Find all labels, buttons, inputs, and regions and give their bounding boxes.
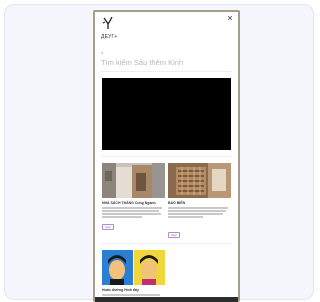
tile-image-portraits[interactable] xyxy=(102,250,165,285)
tile-excerpt xyxy=(168,207,230,219)
tile-more-button[interactable]: Xem xyxy=(168,232,181,238)
mobile-screen[interactable]: ДЕУГ+ ◂ Tìm kiếm Sâu thêm Kinh NHÀ SÁCH … xyxy=(95,12,238,302)
tile-title[interactable]: Huấn đường Hình đấy xyxy=(102,288,139,292)
tile-image-gallery[interactable] xyxy=(102,163,165,198)
bottom-bar xyxy=(95,297,238,302)
divider xyxy=(101,71,232,72)
divider xyxy=(101,156,232,157)
tile-title[interactable]: NHÀ SÁCH THÁNG Cung Ngạnh xyxy=(102,201,156,205)
video-player[interactable] xyxy=(102,78,231,150)
tile-image-weaving[interactable] xyxy=(168,163,231,198)
close-icon[interactable] xyxy=(227,15,233,21)
logo-text[interactable]: ДЕУГ+ xyxy=(101,34,118,40)
tile-excerpt xyxy=(102,207,164,219)
page-title: Tìm kiếm Sâu thêm Kinh xyxy=(101,58,184,67)
divider xyxy=(101,243,232,244)
tile-more-button[interactable]: Xem xyxy=(102,224,115,230)
logo-mark-icon[interactable] xyxy=(102,16,114,30)
tile-title[interactable]: BÁO BIẾN xyxy=(168,201,185,205)
back-link[interactable]: ◂ xyxy=(101,50,103,55)
